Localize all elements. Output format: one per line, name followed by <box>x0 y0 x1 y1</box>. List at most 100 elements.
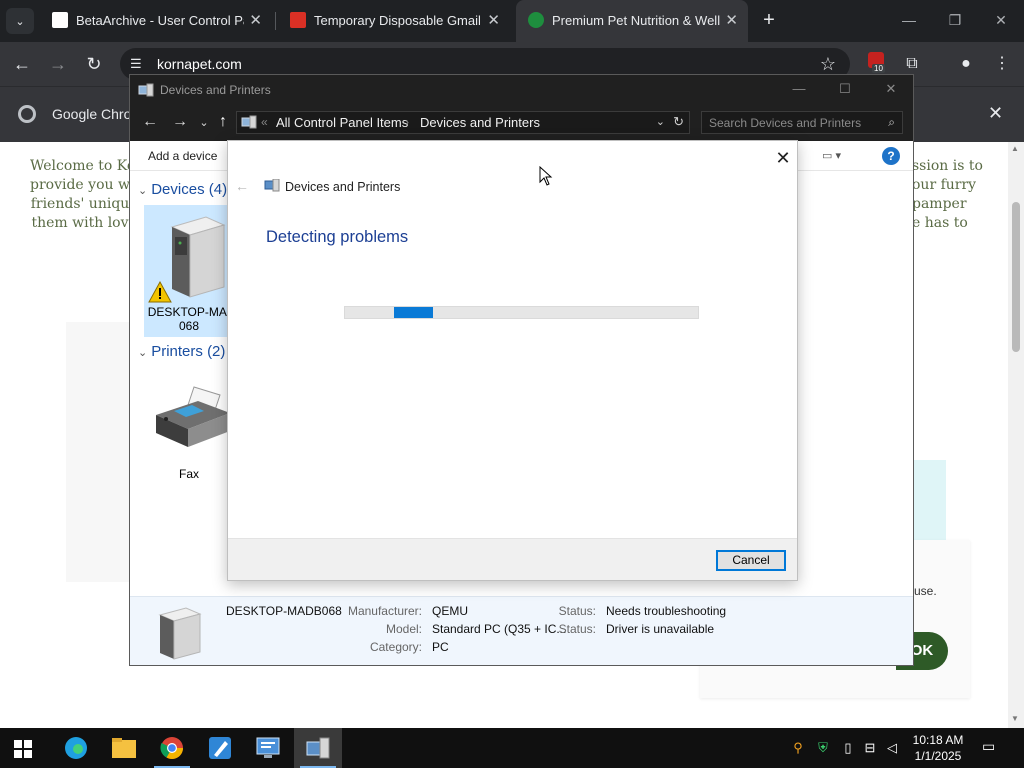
add-device-button[interactable]: Add a device <box>148 149 217 163</box>
reload-icon[interactable]: ↻ <box>82 52 106 76</box>
search-icon[interactable]: ⌕ <box>888 115 895 130</box>
help-icon[interactable]: ? <box>882 147 900 165</box>
breadcrumb-control-panel[interactable]: All Control Panel Items <box>276 115 408 130</box>
window-title: Devices and Printers <box>160 83 271 97</box>
progress-fill <box>394 307 433 318</box>
scrollbar-thumb[interactable] <box>1012 202 1020 352</box>
devices-printers-icon <box>306 737 330 759</box>
tab-search-button[interactable]: ⌄ <box>6 8 34 34</box>
url-text[interactable]: kornapet.com <box>157 56 242 72</box>
windows-taskbar: ⚲ ⛨ ▯ ⊟ ◁ 10:18 AM 1/1/2025 ▭ <box>0 728 1024 768</box>
restore-icon[interactable]: ❐ <box>932 0 978 40</box>
breadcrumb-devices-printers[interactable]: Devices and Printers <box>420 115 540 130</box>
cancel-button[interactable]: Cancel <box>716 550 786 571</box>
extensions-puzzle-icon[interactable]: ⧉ <box>900 52 924 76</box>
printer-tile-fax[interactable]: Fax <box>144 375 234 485</box>
dialog-heading: Detecting problems <box>266 228 409 246</box>
windows-start-icon[interactable] <box>14 740 32 758</box>
tab-temporary-gmail[interactable]: Temporary Disposable Gmail | T ✕ <box>278 0 510 42</box>
collapse-chevron-icon[interactable]: ⌄ <box>138 347 147 359</box>
explorer-search-box[interactable]: Search Devices and Printers ⌕ <box>701 111 903 134</box>
tab-separator <box>275 12 276 30</box>
back-arrow-icon[interactable]: ← <box>235 178 249 194</box>
forward-arrow-icon[interactable]: → <box>46 52 70 76</box>
breadcrumb-overflow[interactable]: « <box>261 115 268 129</box>
minimize-icon[interactable]: — <box>886 0 932 40</box>
dialog-app-title: Devices and Printers <box>285 180 401 194</box>
system-info-taskbar-button[interactable] <box>244 728 292 768</box>
up-arrow-icon[interactable]: ↑ <box>213 113 233 131</box>
explorer-titlebar: Devices and Printers — ☐ ✕ <box>130 75 913 105</box>
chrome-icon <box>160 737 183 759</box>
progress-bar <box>344 306 699 319</box>
network-icon[interactable]: ⊟ <box>862 740 878 756</box>
close-tab-icon[interactable]: ✕ <box>249 11 262 29</box>
close-tab-icon[interactable]: ✕ <box>725 11 738 29</box>
mouse-cursor-icon <box>539 166 553 186</box>
system-info-icon <box>256 737 280 758</box>
control-panel-icon <box>241 115 257 129</box>
taskbar-clock[interactable]: 10:18 AM 1/1/2025 <box>908 732 968 764</box>
edge-icon <box>65 737 87 759</box>
file-explorer-taskbar-button[interactable] <box>100 728 148 768</box>
printers-group-header[interactable]: ⌄ Printers (2) <box>138 343 225 360</box>
security-shield-icon[interactable]: ⛨ <box>815 740 831 756</box>
back-arrow-icon[interactable]: ← <box>140 113 160 131</box>
notification-center-icon[interactable]: ▭ <box>982 738 1000 756</box>
address-breadcrumb[interactable]: « All Control Panel Items › Devices and … <box>236 111 690 134</box>
device-tile-desktop[interactable]: DESKTOP-MAI 068 <box>144 205 234 337</box>
clock-time: 10:18 AM <box>912 733 964 747</box>
new-tab-button[interactable]: + <box>758 9 780 31</box>
devices-printers-taskbar-button[interactable] <box>294 728 342 768</box>
refresh-icon[interactable]: ↻ <box>673 114 684 130</box>
details-key: Manufacturer: <box>347 604 422 618</box>
details-device-name: DESKTOP-MADB068 <box>226 604 342 618</box>
extension-icon[interactable]: 10 <box>866 52 886 74</box>
page-scrollbar[interactable]: ▲ ▼ <box>1008 142 1024 728</box>
dialog-footer: Cancel <box>228 538 797 580</box>
site-info-icon[interactable]: ☰ <box>130 56 146 72</box>
cookie-text-fragment: use. <box>914 584 937 598</box>
folder-icon <box>112 738 136 758</box>
group-label: Devices (4) <box>151 181 228 198</box>
tab-premium-pet[interactable]: Premium Pet Nutrition & Wellness ✕ <box>516 0 748 42</box>
collapse-chevron-icon[interactable]: ⌄ <box>138 185 147 197</box>
details-key: Category: <box>369 640 422 654</box>
details-pane: DESKTOP-MADB068 Manufacturer: QEMU Model… <box>130 596 913 665</box>
minimize-icon[interactable]: — <box>776 81 822 96</box>
back-arrow-icon[interactable]: ← <box>10 52 34 76</box>
page-image-placeholder <box>66 322 130 582</box>
close-window-icon[interactable]: ✕ <box>868 81 914 97</box>
battery-icon[interactable]: ▯ <box>840 740 856 756</box>
maximize-icon[interactable]: ☐ <box>822 81 868 97</box>
recent-locations-icon[interactable]: ⌄ <box>194 116 214 129</box>
change-view-icon[interactable]: ▭ ▾ <box>822 149 841 162</box>
close-tab-icon[interactable]: ✕ <box>487 11 500 29</box>
mission-line: our furry <box>912 177 977 193</box>
volume-muted-icon[interactable]: ◁ <box>884 740 900 756</box>
search-magnifier-icon[interactable]: ⚲ <box>790 740 806 756</box>
tab-betaarchive[interactable]: BetaArchive - User Control Panel ✕ <box>40 0 272 42</box>
chrome-menu-icon[interactable]: ⋮ <box>990 52 1014 76</box>
address-dropdown-icon[interactable]: ⌄ <box>656 115 665 128</box>
scroll-down-icon[interactable]: ▼ <box>1011 714 1019 723</box>
profile-avatar-icon[interactable]: ● <box>954 52 978 76</box>
forward-arrow-icon[interactable]: → <box>170 113 190 131</box>
bookmark-star-icon[interactable]: ☆ <box>820 54 836 75</box>
devices-group-header[interactable]: ⌄ Devices (4) <box>138 181 227 198</box>
details-value: PC <box>432 640 449 654</box>
close-window-icon[interactable]: ✕ <box>978 0 1024 40</box>
scroll-up-icon[interactable]: ▲ <box>1011 144 1019 153</box>
breadcrumb-chevron-icon[interactable]: › <box>405 115 409 129</box>
kornapet-favicon-icon <box>528 12 544 28</box>
edge-taskbar-button[interactable] <box>52 728 100 768</box>
welcome-line: provide you wi <box>30 177 135 193</box>
chrome-taskbar-button[interactable] <box>148 728 196 768</box>
warning-icon <box>148 281 172 303</box>
clock-date: 1/1/2025 <box>914 749 962 763</box>
close-icon[interactable]: ✕ <box>772 147 794 169</box>
welcome-line: Welcome to Ko <box>30 158 136 174</box>
infobar-close-icon[interactable]: ✕ <box>988 103 1003 124</box>
paint-taskbar-button[interactable] <box>196 728 244 768</box>
mission-line: e has to <box>912 215 968 231</box>
